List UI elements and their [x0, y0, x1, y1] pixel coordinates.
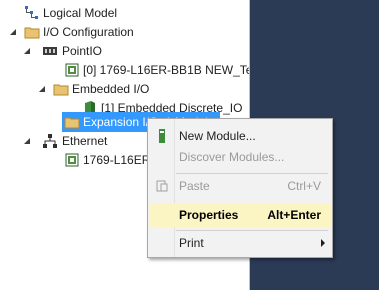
backplane-icon [43, 47, 57, 55]
tree-item-label: I/O Configuration [43, 25, 134, 39]
menu-item-discover-modules[interactable]: Discover Modules... [149, 145, 331, 169]
tree-item-label: 1769-L16ER- [83, 153, 155, 167]
folder-icon [64, 117, 80, 129]
tree-item-controller[interactable]: [0] 1769-L16ER-BB1B NEW_Test [0, 60, 250, 80]
logical-model-icon [25, 6, 38, 19]
submenu-arrow-icon [321, 239, 325, 247]
expand-arrow-icon[interactable] [9, 28, 17, 36]
menu-item-paste[interactable]: Paste Ctrl+V [149, 174, 331, 198]
folder-icon [24, 27, 40, 39]
menu-item-label: Print [179, 236, 204, 250]
expand-arrow-icon[interactable] [23, 137, 31, 145]
tree-item-logical-model[interactable]: Logical Model [0, 3, 250, 23]
menu-item-shortcut: Ctrl+V [287, 179, 321, 193]
context-menu: New Module... Discover Modules... Paste … [147, 118, 333, 258]
tree-item-label: PointIO [62, 44, 103, 58]
expand-arrow-icon[interactable] [23, 47, 31, 55]
menu-item-label: Properties [179, 208, 239, 222]
expand-arrow-icon[interactable] [38, 85, 46, 93]
controller-module-icon [65, 153, 79, 167]
menu-item-label: Paste [179, 179, 210, 193]
network-icon [43, 134, 57, 148]
tree-item-label: [0] 1769-L16ER-BB1B NEW_Test [83, 63, 250, 77]
tree-item-label: Logical Model [43, 6, 118, 20]
tree-item-pointio[interactable]: PointIO [0, 41, 250, 61]
folder-icon [53, 84, 69, 96]
menu-item-properties[interactable]: Properties Alt+Enter [149, 203, 331, 227]
new-module-icon [159, 129, 165, 143]
controller-module-icon [65, 63, 79, 77]
menu-item-print[interactable]: Print [149, 231, 331, 255]
tree-item-embedded-io[interactable]: Embedded I/O [0, 79, 250, 99]
menu-item-shortcut: Alt+Enter [267, 208, 321, 222]
tree-item-io-configuration[interactable]: I/O Configuration [0, 22, 250, 42]
menu-item-label: Discover Modules... [179, 150, 285, 164]
paste-icon [156, 180, 168, 192]
tree-item-label: Embedded I/O [72, 82, 150, 96]
tree-item-label: Ethernet [62, 134, 108, 148]
